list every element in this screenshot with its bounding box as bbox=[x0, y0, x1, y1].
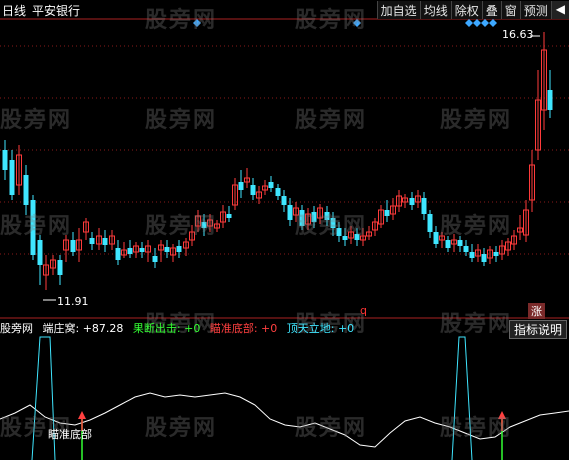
forecast-button[interactable]: 预测 bbox=[519, 1, 551, 19]
arrow-left-icon[interactable]: ◀ bbox=[550, 1, 569, 19]
q-marker: q bbox=[360, 304, 367, 317]
rise-badge: 涨 bbox=[528, 303, 545, 319]
candle-body bbox=[354, 234, 360, 240]
candle-body bbox=[481, 254, 487, 262]
low-price-label: 11.91 bbox=[57, 295, 89, 308]
candle-body bbox=[457, 240, 463, 246]
candle-body bbox=[268, 182, 274, 188]
indicator-value-duanzhuangwo: 端庄窝: +87.28 bbox=[42, 322, 124, 335]
candle-body bbox=[139, 248, 145, 252]
indicator-value-guoduanchuji: 果断出击: +0 bbox=[132, 322, 201, 335]
candlestick-chart[interactable] bbox=[0, 0, 569, 320]
candle-body bbox=[164, 247, 170, 252]
candle-body bbox=[23, 175, 29, 205]
candle-body bbox=[469, 252, 475, 258]
candle-body bbox=[226, 214, 232, 218]
candle-body bbox=[201, 222, 207, 228]
event-diamond-icon bbox=[481, 19, 489, 27]
ex-rights-button[interactable]: 除权 bbox=[450, 1, 482, 19]
candle-body bbox=[2, 150, 8, 170]
candle-body bbox=[493, 252, 499, 256]
candle-body bbox=[299, 210, 305, 226]
up-arrow-icon bbox=[498, 411, 506, 419]
candle-body bbox=[275, 188, 281, 196]
candle-body bbox=[30, 200, 36, 255]
candle-body bbox=[287, 205, 293, 220]
candle-body bbox=[421, 198, 427, 214]
candle-body bbox=[409, 198, 415, 205]
event-diamond-icon bbox=[193, 19, 201, 27]
candle-body bbox=[102, 238, 108, 245]
add-favorite-button[interactable]: 加自选 bbox=[376, 1, 420, 19]
candle-body bbox=[281, 196, 287, 205]
candle-body bbox=[115, 248, 121, 260]
candle-body bbox=[70, 240, 76, 252]
indicator-value-dingtianlidi: 顶天立地: +0 bbox=[286, 322, 355, 335]
moving-average-button[interactable]: 均线 bbox=[419, 1, 451, 19]
window-button[interactable]: 窗 bbox=[500, 1, 520, 19]
indicator-header: 股旁网 端庄窝: +87.28 果断出击: +0 瞄准底部: +0 顶天立地: … bbox=[0, 320, 360, 335]
indicator-value-miaozhundibu: 瞄准底部: +0 bbox=[209, 322, 278, 335]
candle-body bbox=[250, 185, 256, 195]
candle-body bbox=[57, 260, 63, 275]
indicator-help-button[interactable]: 指标说明 bbox=[508, 320, 567, 339]
candle-body bbox=[9, 160, 15, 195]
candle-body bbox=[336, 228, 342, 236]
candle-body bbox=[152, 256, 158, 262]
candle-body bbox=[384, 210, 390, 216]
event-diamond-icon bbox=[465, 19, 473, 27]
candle-body bbox=[547, 90, 553, 110]
chart-toolbar: 加自选 均线 除权 叠 窗 预测 ◀ bbox=[376, 1, 569, 19]
candle-body bbox=[463, 246, 469, 252]
event-diamond-icon bbox=[489, 19, 497, 27]
candle-body bbox=[37, 240, 43, 265]
period-label: 日线 bbox=[2, 4, 27, 18]
candle-body bbox=[445, 240, 451, 248]
candle-body bbox=[330, 218, 336, 228]
candle-body bbox=[127, 248, 133, 254]
event-diamond-icon bbox=[473, 19, 481, 27]
dingtianlidi-spike bbox=[451, 336, 473, 460]
overlay-button[interactable]: 叠 bbox=[481, 1, 501, 19]
candle-body bbox=[238, 182, 244, 190]
chart-title: 日线 平安银行 bbox=[2, 2, 86, 19]
up-arrow-icon bbox=[78, 411, 86, 419]
candle-body bbox=[342, 236, 348, 240]
stock-name: 平安银行 bbox=[32, 4, 81, 18]
candle-body bbox=[89, 238, 95, 244]
candle-body bbox=[311, 212, 317, 222]
indicator-name: 股旁网 bbox=[0, 322, 33, 335]
indicator-annotation: 瞄准底部 bbox=[48, 428, 92, 441]
candle-body bbox=[427, 214, 433, 232]
candle-body bbox=[433, 232, 439, 244]
high-price-label: 16.63 bbox=[502, 28, 534, 41]
candle-body bbox=[324, 212, 330, 220]
event-diamond-icon bbox=[353, 19, 361, 27]
candle-body bbox=[176, 246, 182, 252]
